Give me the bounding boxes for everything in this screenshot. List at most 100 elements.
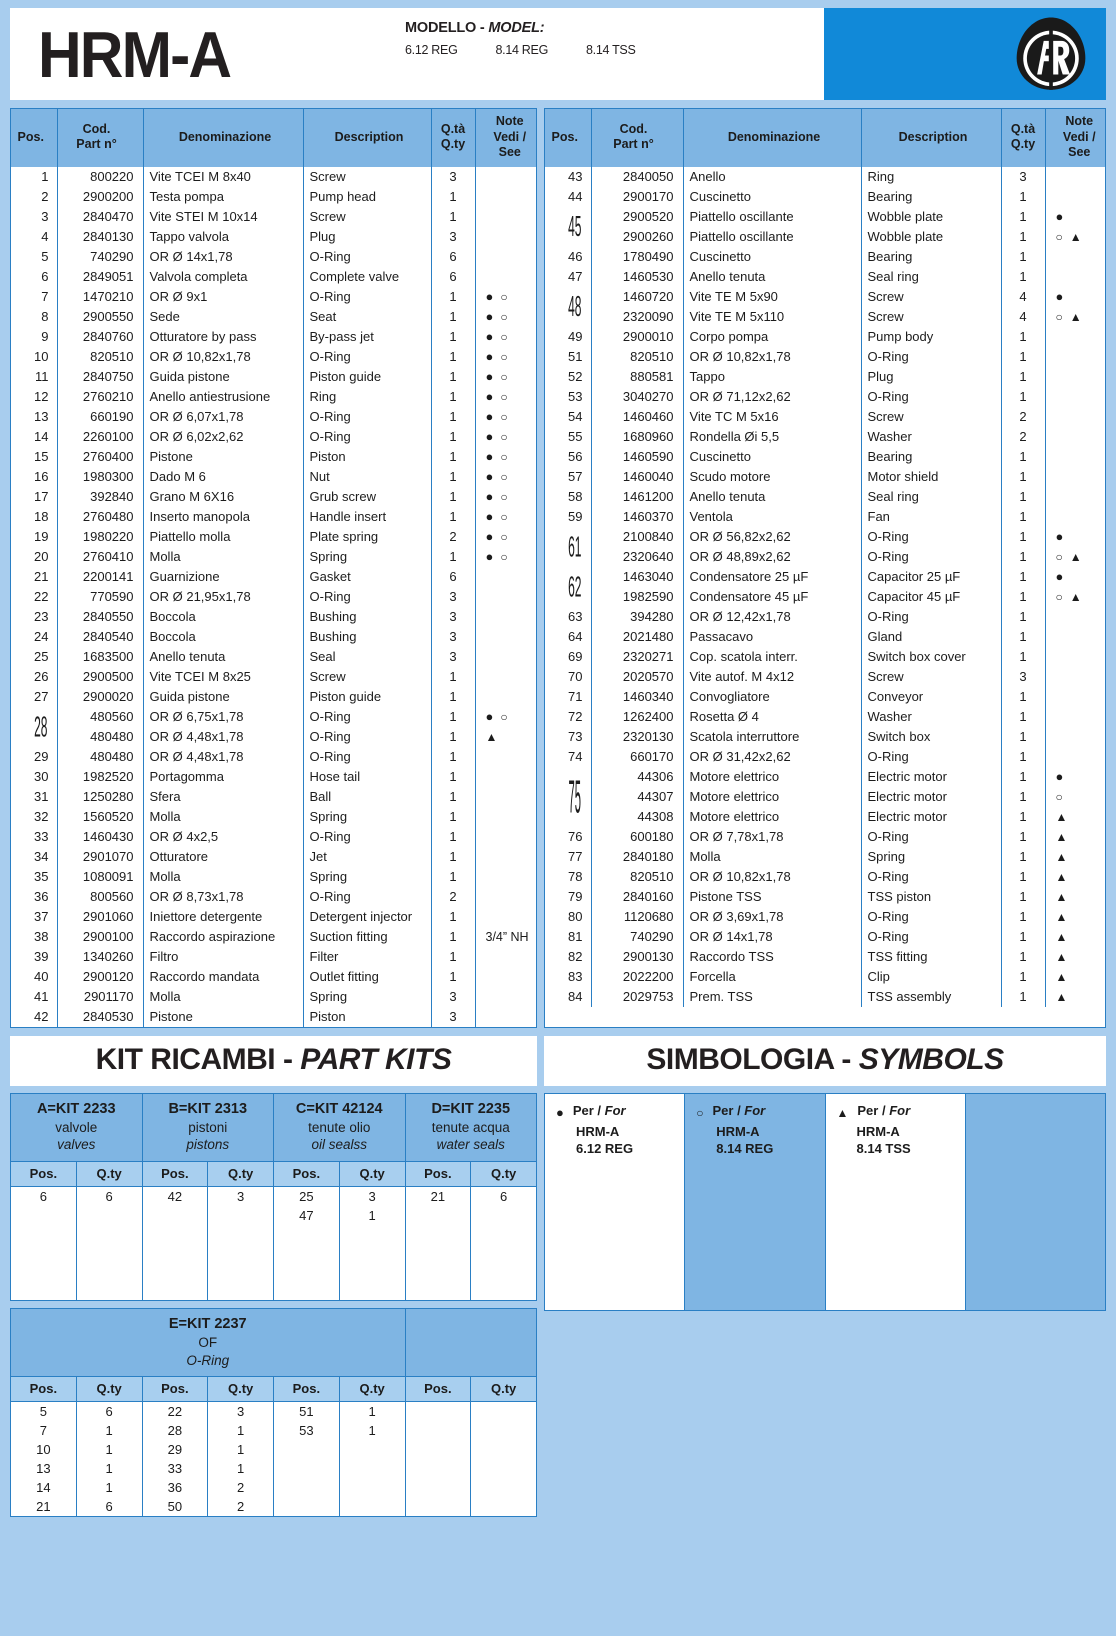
symbol-filled-circle-icon: ● bbox=[556, 1104, 564, 1120]
cell-description: Seal ring bbox=[861, 266, 1002, 287]
cell-description: Capacitor 45 µF bbox=[861, 586, 1002, 607]
kit-e-col-qty: Q.ty bbox=[207, 1376, 274, 1403]
symbol-legend-cell-2: ▲ Per / For HRM-A 8.14 TSS bbox=[825, 1093, 966, 1310]
table-row: 15 2760400 Pistone Piston 1 ● ○ bbox=[11, 446, 536, 467]
cell-code: 2900500 bbox=[57, 666, 144, 687]
kit-e-cell-pos: 10 bbox=[10, 1440, 77, 1460]
cell-code: 2840760 bbox=[57, 326, 144, 347]
table-header-row: Pos. Cod. Part n° Denominazione Descripti… bbox=[545, 109, 1105, 167]
table-row: 83 2022200 Forcella Clip 1 ▲ bbox=[545, 966, 1105, 987]
cell-pos: 72 bbox=[545, 706, 592, 727]
cell-code: 800220 bbox=[57, 166, 144, 187]
cell-code: 2760410 bbox=[57, 546, 144, 567]
cell-note: ▲ bbox=[475, 727, 536, 747]
cell-note bbox=[475, 207, 536, 227]
cell-quantity: 1 bbox=[431, 826, 476, 847]
table-row: 1982590 Condensatore 45 µF Capacitor 45 µF… bbox=[545, 586, 1105, 607]
cell-denominazione: Pistone TSS bbox=[683, 886, 862, 907]
cell-denominazione: OR Ø 10,82x1,78 bbox=[143, 346, 304, 367]
cell-pos: 10 bbox=[11, 346, 58, 367]
cell-code: 1340260 bbox=[57, 946, 144, 967]
table-row: 42 2840530 Pistone Piston 3 bbox=[11, 1006, 536, 1027]
kit-cell-qty bbox=[470, 1281, 537, 1301]
table-row: 79 2840160 Pistone TSS TSS piston 1 ▲ bbox=[545, 886, 1105, 907]
table-row: 55 1680960 Rondella Øi 5,5 Washer 2 bbox=[545, 426, 1105, 447]
symbol-open-circle-icon: ○ bbox=[500, 529, 508, 544]
cell-note: ● ○ bbox=[475, 487, 536, 507]
table-row: 45 2900520 Piattello oscillante Wobble plat… bbox=[545, 206, 1105, 247]
table-row: 47 1460530 Anello tenuta Seal ring 1 bbox=[545, 266, 1105, 287]
cell-denominazione: OR Ø 3,69x1,78 bbox=[683, 906, 862, 927]
cell-quantity: 1 bbox=[1001, 766, 1046, 787]
kit-e-cell-pos bbox=[404, 1421, 472, 1441]
cell-description: Bushing bbox=[303, 626, 432, 647]
cell-code: 2760400 bbox=[57, 446, 144, 467]
cell-code: 1460040 bbox=[591, 466, 684, 487]
kit-row: 6 6 42 3 25 3 21 6 bbox=[10, 1186, 537, 1206]
cell-denominazione: Valvola completa bbox=[143, 266, 304, 287]
cell-note: ▲ bbox=[1045, 907, 1105, 927]
cell-description: TSS fitting bbox=[861, 946, 1002, 967]
table-row: 17 392840 Grano M 6X16 Grub screw 1 ● ○ bbox=[11, 486, 536, 507]
table-row: 480480 OR Ø 4,48x1,78 O-Ring 1 ▲ bbox=[11, 726, 536, 747]
cell-pos: 77 bbox=[545, 846, 592, 867]
kit-e-cell-pos bbox=[273, 1478, 340, 1498]
symbol-triangle-icon: ▲ bbox=[1055, 909, 1068, 924]
cell-code: 2840550 bbox=[57, 606, 144, 627]
cell-denominazione: Otturatore by pass bbox=[143, 326, 304, 347]
symbol-filled-circle-icon: ● bbox=[485, 428, 494, 444]
cell-note bbox=[475, 687, 536, 707]
model-label: MODELLO - MODEL: bbox=[405, 20, 636, 36]
cell-note bbox=[475, 1007, 536, 1027]
table-row: 19 1980220 Piattello molla Plate spring 2 ● ○ bbox=[11, 526, 536, 547]
cell-quantity: 1 bbox=[1001, 946, 1046, 967]
cell-quantity: 3 bbox=[431, 586, 476, 607]
cell-quantity: 1 bbox=[1001, 226, 1046, 247]
cell-quantity: 1 bbox=[1001, 266, 1046, 287]
cell-pos: 82 bbox=[545, 946, 592, 967]
cell-note bbox=[1045, 427, 1105, 447]
symbol-filled-circle-icon: ● bbox=[1055, 568, 1064, 584]
kit-e-cell-qty: 1 bbox=[338, 1401, 406, 1422]
cell-quantity: 1 bbox=[1001, 346, 1046, 367]
cell-note: ▲ bbox=[1045, 827, 1105, 847]
cell-denominazione: OR Ø 14x1,78 bbox=[683, 926, 862, 947]
cell-code: 1460590 bbox=[591, 446, 684, 467]
cell-description: Electric motor bbox=[861, 786, 1002, 807]
symbol-legend-row: ○ Per / For bbox=[696, 1103, 824, 1123]
kit-e-header-row: E=KIT 2237 OF O-Ring bbox=[10, 1308, 537, 1378]
table-row: 2 2900200 Testa pompa Pump head 1 bbox=[11, 186, 536, 207]
cell-code: 1262400 bbox=[591, 706, 684, 727]
cell-note: ○ ▲ bbox=[1045, 227, 1105, 247]
cell-code: 2901070 bbox=[57, 846, 144, 867]
cell-quantity: 1 bbox=[1001, 826, 1046, 847]
cell-code: 2020570 bbox=[591, 666, 684, 687]
table-row: 3 2840470 Vite STEI M 10x14 Screw 1 bbox=[11, 206, 536, 227]
cell-code: 2840160 bbox=[591, 886, 684, 907]
cell-quantity: 1 bbox=[431, 186, 476, 207]
cell-code: 2021480 bbox=[591, 626, 684, 647]
cell-note: ○ ▲ bbox=[1045, 587, 1105, 607]
cell-description: O-Ring bbox=[861, 346, 1002, 367]
cell-description: Spring bbox=[303, 866, 432, 887]
cell-denominazione: Iniettore detergente bbox=[143, 906, 304, 927]
cell-quantity: 3 bbox=[431, 1006, 476, 1027]
cell-pos: 27 bbox=[11, 686, 58, 707]
kit-cell-qty bbox=[470, 1224, 537, 1244]
kit-row bbox=[10, 1224, 537, 1244]
cell-quantity: 1 bbox=[1001, 386, 1046, 407]
cell-denominazione: Ventola bbox=[683, 506, 862, 527]
symbol-open-circle-icon: ○ bbox=[500, 489, 508, 504]
table-row: 46 1780490 Cuscinetto Bearing 1 bbox=[545, 246, 1105, 267]
col-pos: Pos. bbox=[11, 109, 58, 167]
symbol-open-circle-icon: ○ bbox=[500, 309, 508, 324]
cell-description: Filter bbox=[303, 946, 432, 967]
cell-note: ● ○ bbox=[475, 287, 536, 307]
cell-denominazione: Molla bbox=[143, 866, 304, 887]
model-variant: 8.14 REG bbox=[495, 43, 549, 57]
table-row: 23 2840550 Boccola Bushing 3 bbox=[11, 606, 536, 627]
cell-note: ● ○ bbox=[475, 307, 536, 327]
cell-note bbox=[475, 227, 536, 247]
col-quantity: Q.tà Q.ty bbox=[431, 109, 476, 167]
kit-col-qty: Q.ty bbox=[470, 1160, 537, 1187]
